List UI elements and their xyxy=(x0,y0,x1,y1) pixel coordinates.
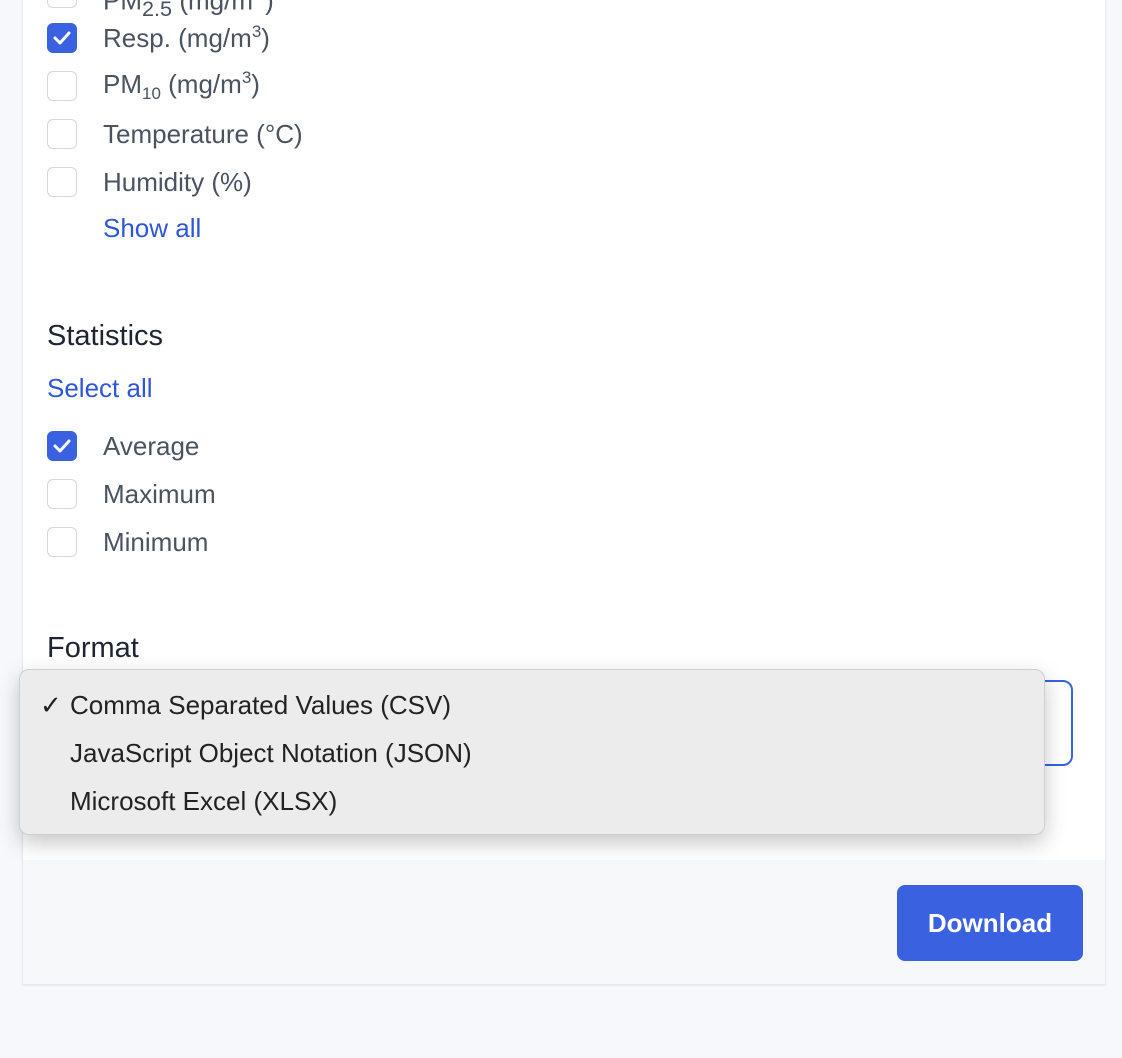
label-pm10: PM10 (mg/m3) xyxy=(103,68,260,103)
option-temperature[interactable]: Temperature (°C) xyxy=(47,117,303,151)
checkbox-humidity[interactable] xyxy=(47,167,77,197)
format-option-json[interactable]: JavaScript Object Notation (JSON) xyxy=(70,738,472,769)
show-all-link[interactable]: Show all xyxy=(103,213,201,244)
checkbox-average[interactable] xyxy=(47,431,77,461)
format-option-label: Microsoft Excel (XLSX) xyxy=(70,786,338,816)
checkbox-resp[interactable] xyxy=(47,23,77,53)
label-pm25: PM2.5 (mg/m3) xyxy=(103,0,274,21)
format-option-label: JavaScript Object Notation (JSON) xyxy=(70,738,472,768)
checkmark-icon xyxy=(53,31,71,45)
label-resp: Resp. (mg/m3) xyxy=(103,22,270,53)
checkbox-minimum[interactable] xyxy=(47,527,77,557)
format-option-label: Comma Separated Values (CSV) xyxy=(70,690,452,720)
checkbox-pm10[interactable] xyxy=(47,71,77,101)
label-average: Average xyxy=(103,430,200,461)
label-maximum: Maximum xyxy=(103,478,216,509)
label-humidity: Humidity (%) xyxy=(103,166,252,197)
format-dropdown-menu: ✓ Comma Separated Values (CSV) JavaScrip… xyxy=(19,669,1045,835)
checkbox-temperature[interactable] xyxy=(47,119,77,149)
option-average[interactable]: Average xyxy=(47,429,199,463)
checkmark-icon xyxy=(53,439,71,453)
option-humidity[interactable]: Humidity (%) xyxy=(47,165,252,199)
checkbox-maximum[interactable] xyxy=(47,479,77,509)
export-panel: PM2.5 (mg/m3) Resp. (mg/m3) PM10 (mg/m3)… xyxy=(22,0,1106,985)
select-all-link[interactable]: Select all xyxy=(47,373,153,404)
label-temperature: Temperature (°C) xyxy=(103,118,303,149)
checkbox-pm25[interactable] xyxy=(47,0,77,8)
statistics-heading: Statistics xyxy=(47,320,164,352)
download-button[interactable]: Download xyxy=(897,885,1083,961)
format-option-csv[interactable]: ✓ Comma Separated Values (CSV) xyxy=(40,690,452,721)
option-maximum[interactable]: Maximum xyxy=(47,477,216,511)
format-option-xlsx[interactable]: Microsoft Excel (XLSX) xyxy=(70,786,337,817)
format-heading: Format xyxy=(47,632,139,664)
option-pm10[interactable]: PM10 (mg/m3) xyxy=(47,68,260,103)
label-minimum: Minimum xyxy=(103,526,209,557)
option-minimum[interactable]: Minimum xyxy=(47,525,208,559)
selected-check-icon: ✓ xyxy=(40,690,62,720)
option-resp[interactable]: Resp. (mg/m3) xyxy=(47,21,270,55)
